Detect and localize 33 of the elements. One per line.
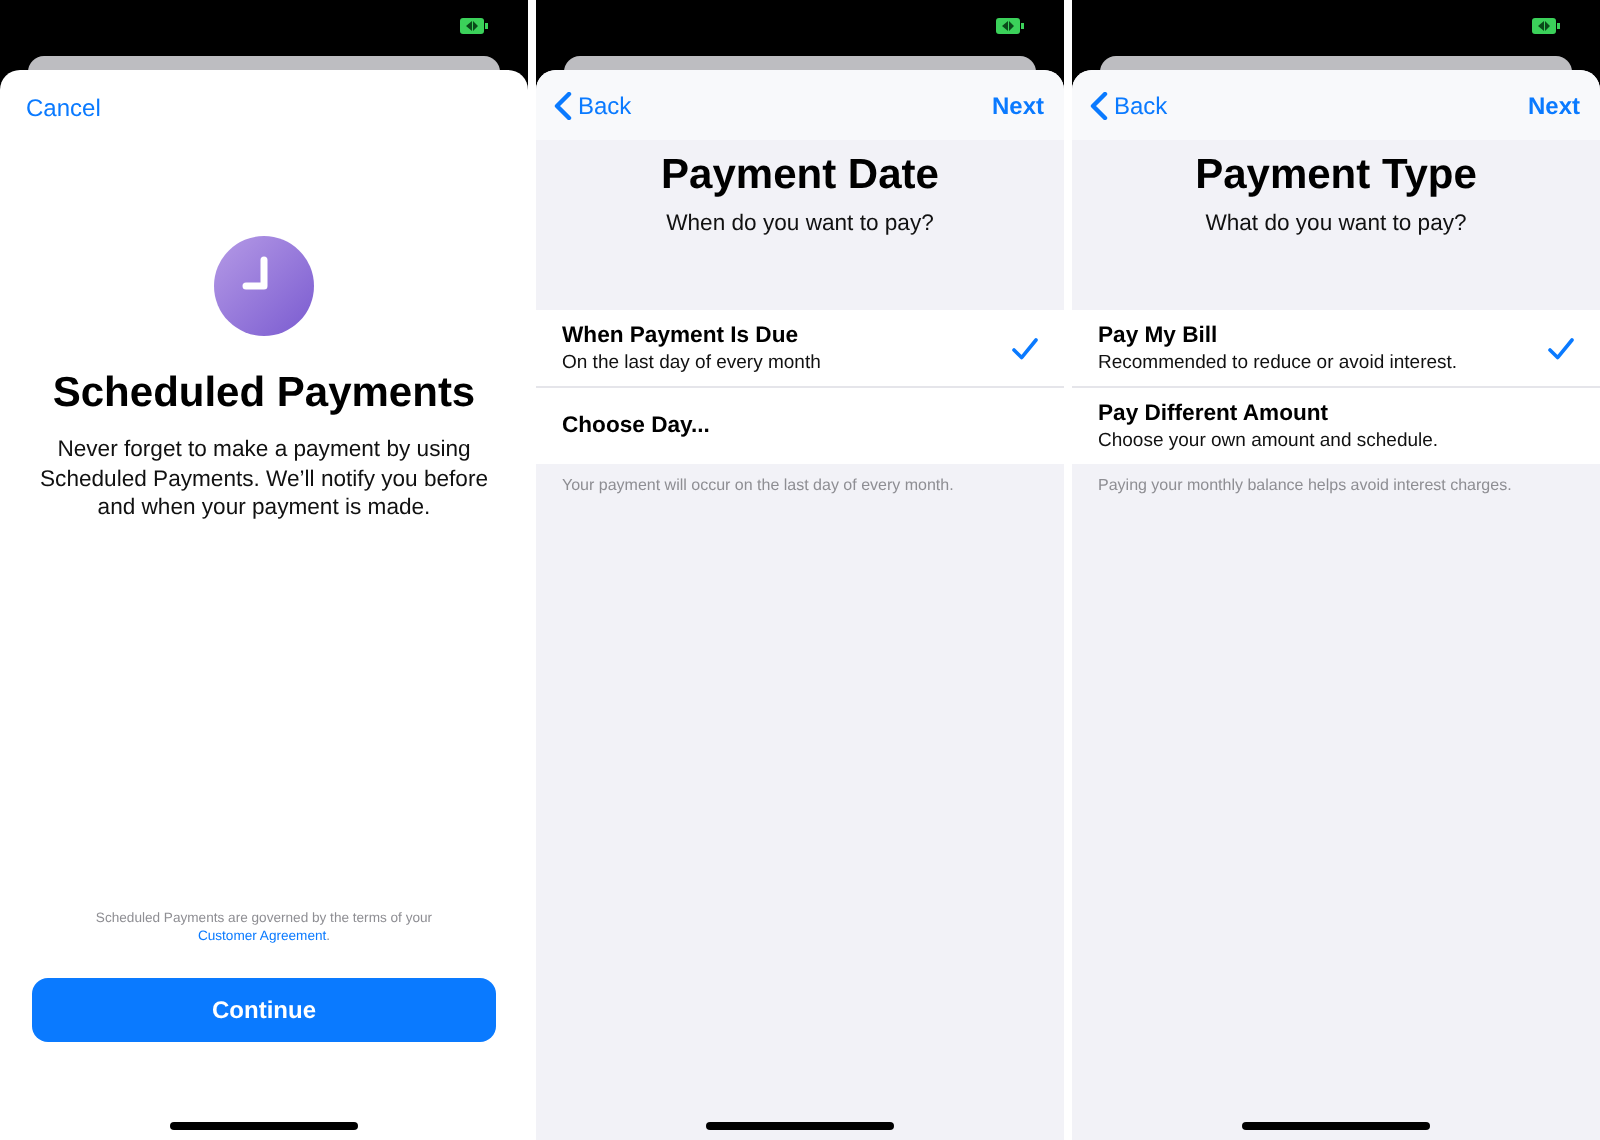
chevron-left-icon [1090,91,1108,119]
continue-button[interactable]: Continue [32,978,496,1042]
battery-icon [460,18,488,34]
option-description: On the last day of every month [562,351,823,373]
battery-icon [996,18,1024,34]
cancel-link[interactable]: Cancel [26,94,101,122]
battery-icon [1532,18,1560,34]
option-row[interactable]: Choose Day... [536,388,1064,464]
back-button[interactable]: Back [554,91,632,119]
screen-subtitle: What do you want to pay? [1203,212,1469,236]
screen-title: Scheduled Payments [52,370,476,418]
option-title: Pay My Bill [1098,323,1220,347]
checkmark-icon [1012,337,1038,359]
next-button[interactable]: Next [1527,91,1580,119]
note-text: Your payment will occur on the last day of every month. [560,474,956,498]
chevron-left-icon [554,91,572,119]
description-text: Never forget to make a payment by using Scheduled Payments. We’ll notify you before and when your payment is made. [38,436,490,523]
option-row[interactable]: When Payment Is Due On the last day of every month [536,310,1064,388]
option-row[interactable]: Pay My Bill Recommended to reduce or avoid interest. [1072,310,1600,388]
screen-title: Payment Date [659,152,941,200]
next-button[interactable]: Next [991,91,1044,119]
option-title: Pay Different Amount [1098,401,1331,425]
clock-icon [214,236,314,336]
note-text: Paying your monthly balance helps avoid interest charges. [1096,474,1514,498]
option-description: Choose your own amount and schedule. [1098,429,1441,451]
back-button[interactable]: Back [1090,91,1168,119]
option-title: When Payment Is Due [562,323,801,347]
checkmark-icon [1548,337,1574,359]
screen-subtitle: When do you want to pay? [664,212,936,236]
option-row[interactable]: Pay Different Amount Choose your own amount and schedule. [1072,388,1600,464]
option-description: Recommended to reduce or avoid interest. [1098,351,1460,373]
screen-title: Payment Type [1193,152,1479,200]
option-title: Choose Day... [562,414,712,438]
